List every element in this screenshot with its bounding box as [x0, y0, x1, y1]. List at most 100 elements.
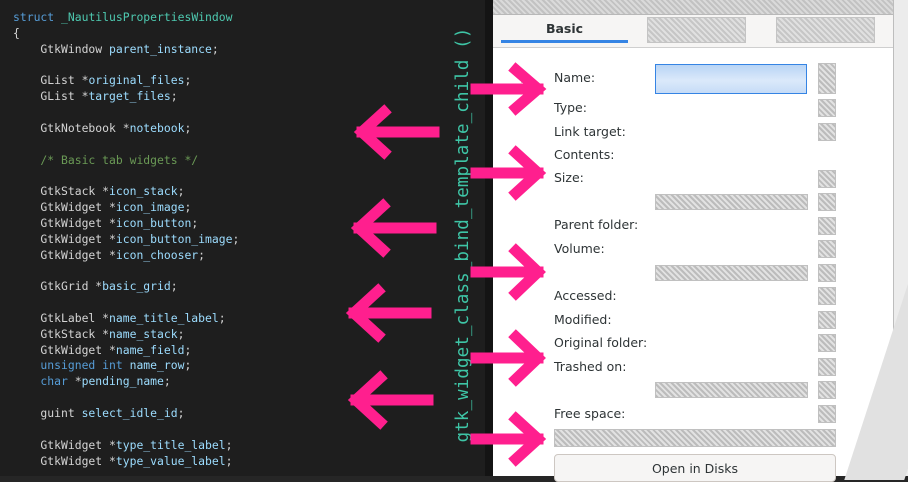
code-token: GList *: [13, 73, 89, 87]
left-arrow-icon-name-widgets: [345, 283, 432, 343]
size-value-placeholder: [818, 170, 836, 188]
code-token: /* Basic tab widgets */: [13, 153, 199, 167]
right-arrow-icon-name: [470, 62, 547, 116]
open-in-disks-button[interactable]: Open in Disks: [554, 454, 836, 482]
code-token: icon_button_image: [115, 232, 233, 246]
contents-label: Contents:: [554, 147, 615, 162]
code-token: GtkWidget *: [13, 438, 116, 452]
code-line: /* Basic tab widgets */: [13, 153, 198, 167]
name-label: Name:: [554, 70, 596, 85]
code-token: _NautilusPropertiesWindow: [61, 10, 233, 24]
code-token: char: [13, 374, 75, 388]
properties-window: Basic Name: Type: Link target: Contents:…: [493, 0, 908, 482]
tab-placeholder-3[interactable]: [776, 17, 875, 43]
type-label: Type:: [554, 100, 587, 115]
free-space-value-placeholder: [818, 405, 836, 423]
code-token: ;: [177, 327, 185, 341]
code-line: GtkStack *name_stack;: [13, 327, 184, 341]
code-line: GList *target_files;: [13, 89, 178, 103]
code-token: GList *: [13, 89, 89, 103]
code-token: ;: [184, 343, 192, 357]
modified-label: Modified:: [554, 312, 612, 327]
code-line: GtkWidget *icon_button_image;: [13, 232, 239, 246]
code-token: type_title_label: [115, 438, 226, 452]
code-token: ;: [232, 232, 240, 246]
right-arrow-icon-original-folder: [470, 329, 546, 387]
code-line: unsigned int name_row;: [13, 358, 191, 372]
name-field[interactable]: [655, 64, 807, 94]
code-line: GList *original_files;: [13, 73, 191, 87]
trashed-on-label: Trashed on:: [554, 359, 627, 374]
original-folder-label: Original folder:: [554, 335, 648, 350]
code-token: GtkStack *: [13, 327, 110, 341]
code-token: guint: [13, 406, 82, 420]
code-line: GtkLabel *name_title_label;: [13, 311, 226, 325]
accessed-value-placeholder: [818, 287, 836, 305]
code-token: name_stack: [109, 327, 178, 341]
parent-folder-value-placeholder: [818, 217, 836, 235]
tab-bar: Basic: [493, 14, 893, 48]
code-token: icon_chooser: [115, 248, 199, 262]
code-token: GtkWidget *: [13, 248, 116, 262]
code-line: GtkWidget *name_field;: [13, 343, 191, 357]
code-token: type_value_label: [115, 454, 226, 468]
original-folder-value-placeholder: [818, 334, 836, 352]
code-token: ;: [198, 248, 206, 262]
code-token: GtkStack *: [13, 184, 110, 198]
code-token: ;: [191, 216, 199, 230]
code-line: GtkWidget *icon_button;: [13, 216, 198, 230]
code-token: original_files: [88, 73, 185, 87]
size-detail-value-placeholder: [818, 193, 836, 211]
code-token: ;: [184, 200, 192, 214]
free-space-bar-placeholder: [554, 429, 836, 447]
code-line: GtkGrid *basic_grid;: [13, 279, 178, 293]
code-token: *: [74, 374, 82, 388]
size-detail-placeholder: [655, 194, 808, 210]
right-arrow-icon-free-space: [470, 411, 547, 467]
tab-placeholder-2[interactable]: [647, 17, 746, 43]
code-line: struct _NautilusPropertiesWindow: [13, 10, 232, 24]
code-line: {: [13, 26, 20, 40]
code-line: GtkWindow parent_instance;: [13, 42, 219, 56]
code-token: ;: [218, 311, 226, 325]
code-token: icon_image: [115, 200, 185, 214]
code-line: char *pending_name;: [13, 374, 171, 388]
annotation-label: gtk_widget_class_bind_template_child (): [453, 27, 473, 443]
code-token: ;: [184, 358, 192, 372]
volume-label: Volume:: [554, 241, 605, 256]
volume-value-placeholder: [818, 240, 836, 258]
code-token: ;: [170, 279, 178, 293]
code-token: parent_instance: [109, 42, 212, 56]
free-space-label: Free space:: [554, 406, 626, 421]
code-token: unsigned int: [13, 358, 130, 372]
size-label: Size:: [554, 170, 584, 185]
trashed-detail-placeholder: [655, 382, 808, 398]
code-token: ;: [184, 73, 192, 87]
code-line: GtkWidget *icon_image;: [13, 200, 191, 214]
left-arrow-icon-icon-widgets: [350, 198, 437, 258]
code-token: ;: [170, 89, 178, 103]
properties-dialog: Basic Name: Type: Link target: Contents:…: [493, 0, 894, 482]
trashed-on-value-placeholder: [818, 358, 836, 376]
volume-detail-placeholder: [655, 265, 808, 281]
code-line: GtkWidget *icon_chooser;: [13, 248, 205, 262]
modified-value-placeholder: [818, 311, 836, 329]
code-token: ;: [225, 454, 233, 468]
code-token: ;: [177, 406, 185, 420]
code-token: GtkGrid *: [13, 279, 103, 293]
code-line: GtkStack *icon_stack;: [13, 184, 184, 198]
code-token: GtkNotebook *: [13, 121, 130, 135]
code-token: notebook: [129, 121, 185, 135]
tab-basic[interactable]: Basic: [501, 17, 628, 43]
code-token: {: [13, 26, 20, 40]
code-token: pending_name: [81, 374, 164, 388]
code-token: ;: [211, 42, 219, 56]
code-token: icon_stack: [109, 184, 178, 198]
code-token: name_field: [115, 343, 185, 357]
code-token: ;: [163, 374, 171, 388]
code-line: GtkWidget *type_value_label;: [13, 454, 232, 468]
accessed-label: Accessed:: [554, 288, 617, 303]
code-token: ;: [177, 184, 185, 198]
left-arrow-icon-notebook: [353, 104, 440, 160]
left-arrow-icon-type-widgets: [347, 370, 434, 430]
